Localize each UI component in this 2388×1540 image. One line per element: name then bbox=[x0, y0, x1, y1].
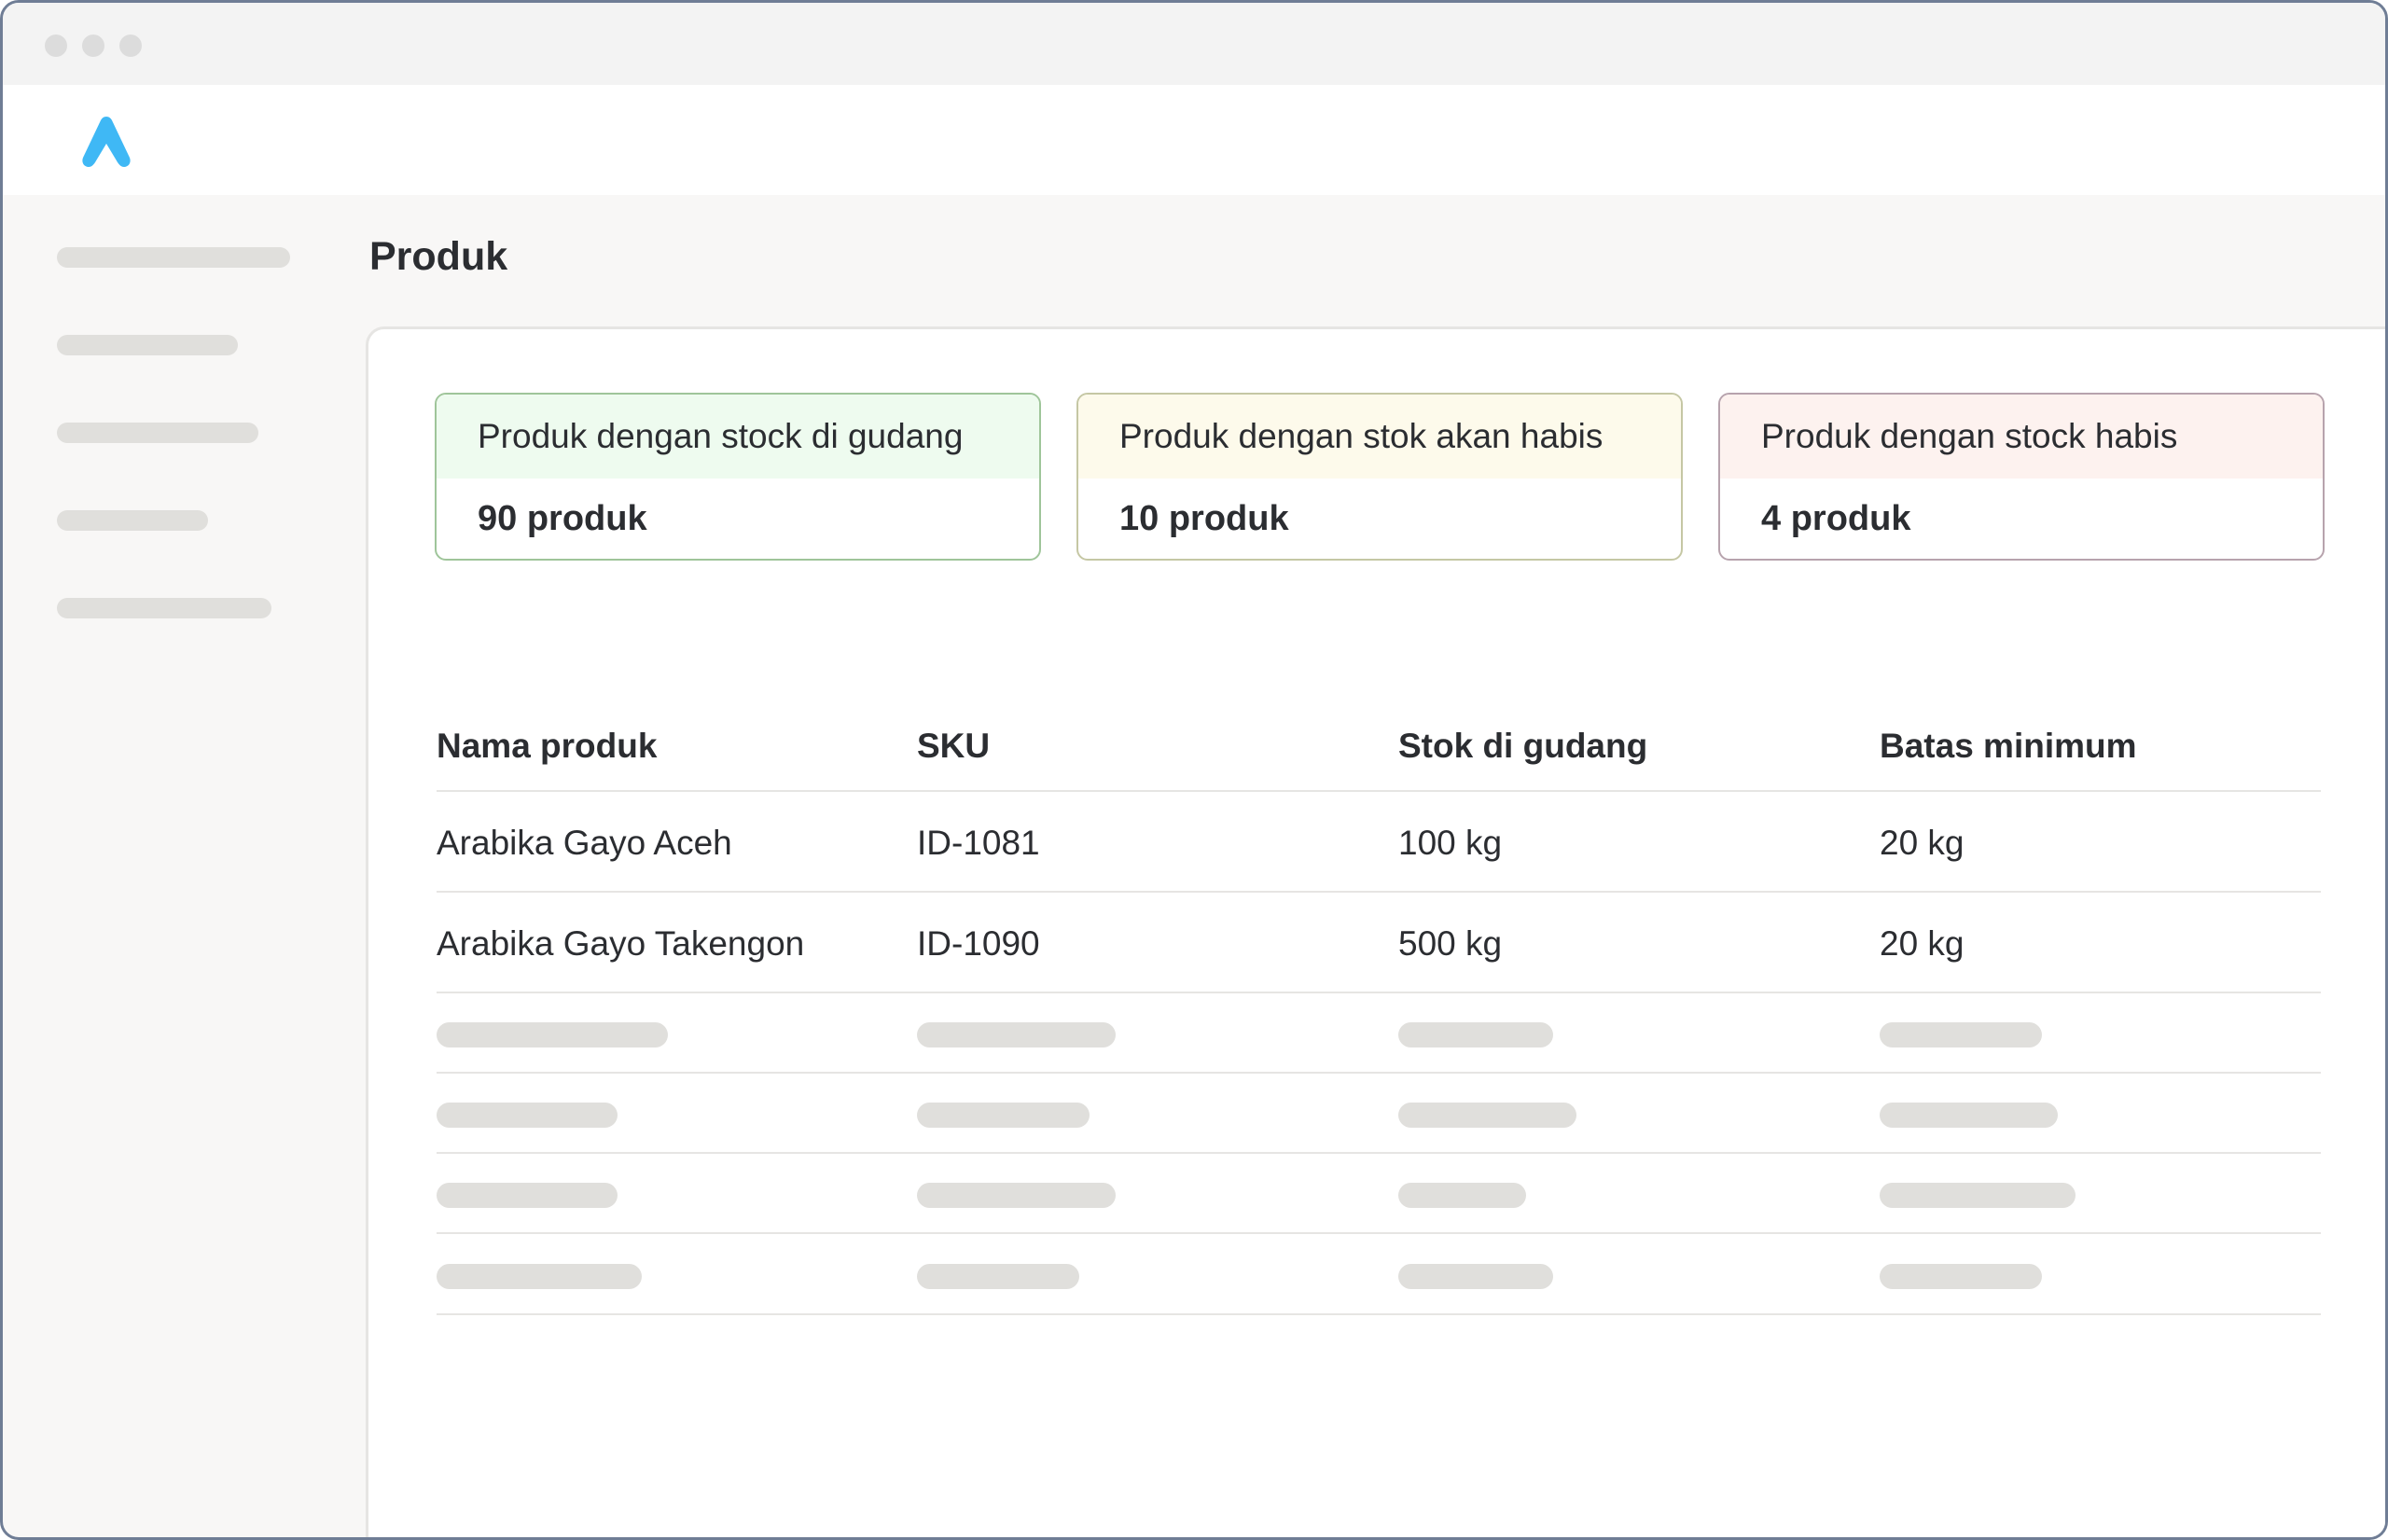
table-divider bbox=[437, 1072, 2321, 1074]
card-value: 90 produk bbox=[478, 498, 647, 538]
out-of-stock-card[interactable]: Produk dengan stock habis 4 produk bbox=[1718, 393, 2325, 561]
table-cell-placeholder bbox=[1398, 1264, 1553, 1289]
product-name-cell: Arabika Gayo Aceh bbox=[437, 824, 732, 862]
table-cell-placeholder bbox=[1398, 1022, 1553, 1047]
app-header bbox=[3, 85, 2385, 195]
table-cell-placeholder bbox=[1398, 1103, 1576, 1128]
column-header-sku[interactable]: SKU bbox=[917, 727, 990, 766]
table-cell-placeholder bbox=[1880, 1264, 2042, 1289]
table-divider bbox=[437, 1232, 2321, 1234]
card-label: Produk dengan stok akan habis bbox=[1078, 395, 1681, 479]
stock-running-low-card[interactable]: Produk dengan stok akan habis 10 produk bbox=[1076, 393, 1683, 561]
app-logo-icon[interactable] bbox=[76, 111, 137, 173]
sidebar-item-placeholder[interactable] bbox=[57, 247, 290, 268]
sidebar-item-placeholder[interactable] bbox=[57, 423, 258, 443]
minimize-dot[interactable] bbox=[82, 35, 104, 57]
product-name-cell: Arabika Gayo Takengon bbox=[437, 924, 805, 963]
table-cell-placeholder bbox=[917, 1022, 1116, 1047]
close-dot[interactable] bbox=[45, 35, 67, 57]
column-header-stock[interactable]: Stok di gudang bbox=[1398, 727, 1647, 766]
sidebar-item-placeholder[interactable] bbox=[57, 510, 208, 531]
card-value: 10 produk bbox=[1119, 498, 1289, 538]
table-cell-placeholder bbox=[1880, 1103, 2058, 1128]
table-divider bbox=[437, 1152, 2321, 1154]
minimum-cell: 20 kg bbox=[1880, 824, 1965, 862]
table-cell-placeholder bbox=[1880, 1022, 2042, 1047]
card-label: Produk dengan stock habis bbox=[1720, 395, 2323, 479]
maximize-dot[interactable] bbox=[119, 35, 142, 57]
sidebar-item-placeholder[interactable] bbox=[57, 335, 238, 355]
table-cell-placeholder bbox=[1880, 1183, 2076, 1208]
table-cell-placeholder bbox=[917, 1264, 1079, 1289]
card-value: 4 produk bbox=[1761, 498, 1911, 538]
column-header-minimum[interactable]: Batas minimum bbox=[1880, 727, 2137, 766]
minimum-cell: 20 kg bbox=[1880, 924, 1965, 963]
table-cell-placeholder bbox=[437, 1264, 642, 1289]
stock-in-warehouse-card[interactable]: Produk dengan stock di gudang 90 produk bbox=[435, 393, 1041, 561]
window-titlebar bbox=[3, 3, 2385, 85]
table-cell-placeholder bbox=[1398, 1183, 1526, 1208]
table-cell-placeholder bbox=[437, 1022, 668, 1047]
column-header-product-name[interactable]: Nama produk bbox=[437, 727, 657, 766]
sidebar-item-placeholder[interactable] bbox=[57, 598, 271, 618]
table-cell-placeholder bbox=[917, 1183, 1116, 1208]
table-cell-placeholder bbox=[437, 1183, 618, 1208]
stock-cell: 100 kg bbox=[1398, 824, 1503, 862]
sku-cell: ID-1090 bbox=[917, 924, 1040, 963]
sidebar bbox=[3, 195, 365, 1537]
table-cell-placeholder bbox=[437, 1103, 618, 1128]
card-label: Produk dengan stock di gudang bbox=[437, 395, 1039, 479]
stock-cell: 500 kg bbox=[1398, 924, 1503, 963]
table-divider bbox=[437, 1313, 2321, 1315]
table-divider bbox=[437, 891, 2321, 893]
table-cell-placeholder bbox=[917, 1103, 1090, 1128]
table-divider bbox=[437, 992, 2321, 993]
sku-cell: ID-1081 bbox=[917, 824, 1040, 862]
app-window: Produk Produk dengan stock di gudang 90 … bbox=[0, 0, 2388, 1540]
table-divider bbox=[437, 790, 2321, 792]
page-title: Produk bbox=[369, 234, 508, 279]
